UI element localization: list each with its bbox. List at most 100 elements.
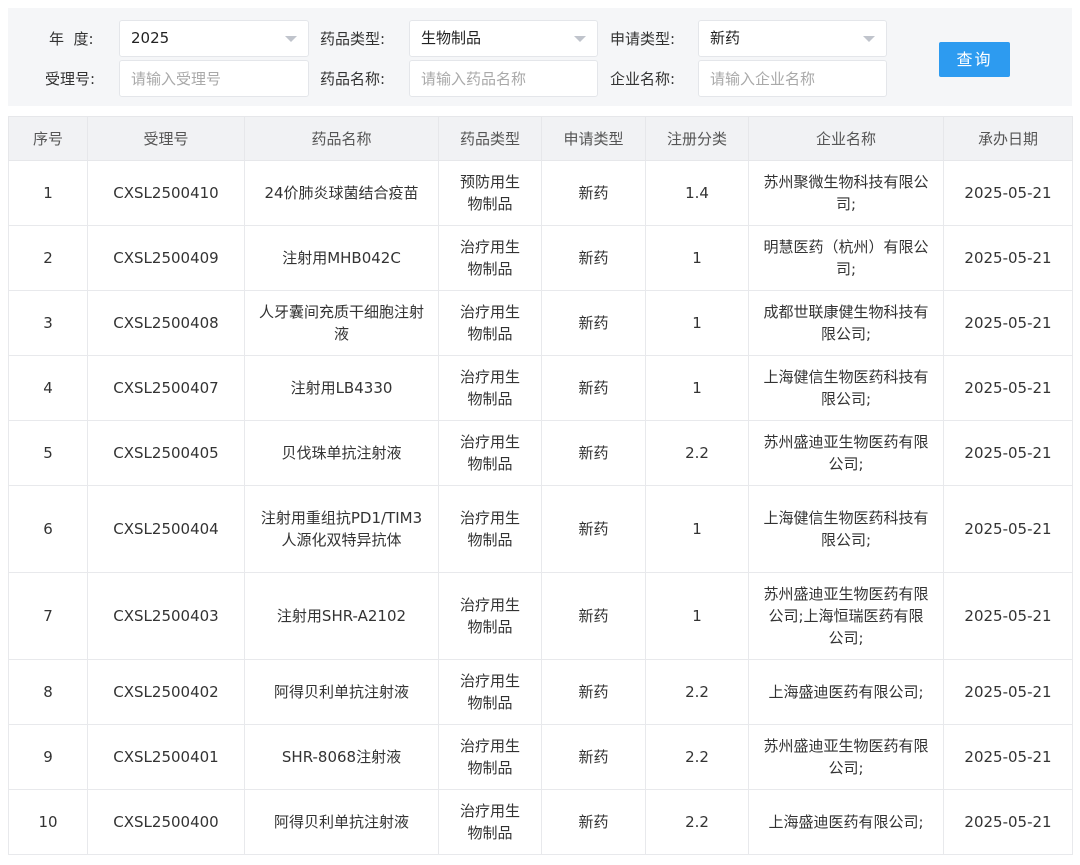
header-date[interactable]: 承办日期 xyxy=(943,116,1073,161)
table-row[interactable]: 4 CXSL2500407 注射用LB4330 治疗用生物制品 新药 1 上海健… xyxy=(8,355,1073,421)
table-row[interactable]: 7 CXSL2500403 注射用SHR-A2102 治疗用生物制品 新药 1 … xyxy=(8,572,1073,660)
cell-apply-type: 新药 xyxy=(541,290,646,356)
cell-accept-no: CXSL2500400 xyxy=(87,789,245,855)
cell-date: 2025-05-21 xyxy=(943,355,1073,421)
table-row[interactable]: 2 CXSL2500409 注射用MHB042C 治疗用生物制品 新药 1 明慧… xyxy=(8,225,1073,291)
cell-index: 8 xyxy=(8,659,88,725)
cell-date: 2025-05-21 xyxy=(943,789,1073,855)
drug-type-select[interactable]: 生物制品 xyxy=(409,20,598,57)
cell-accept-no: CXSL2500409 xyxy=(87,225,245,291)
accept-no-field[interactable] xyxy=(119,60,309,97)
header-drug-name[interactable]: 药品名称 xyxy=(244,116,439,161)
cell-index: 5 xyxy=(8,420,88,486)
cell-reg-class: 2.2 xyxy=(645,789,749,855)
drug-name-label: 药品名称: xyxy=(320,70,386,88)
cell-reg-class: 2.2 xyxy=(645,659,749,725)
table-row[interactable]: 5 CXSL2500405 贝伐珠单抗注射液 治疗用生物制品 新药 2.2 苏州… xyxy=(8,420,1073,486)
cell-drug-name: 阿得贝利单抗注射液 xyxy=(244,789,439,855)
chevron-down-icon xyxy=(863,36,875,42)
header-accept-no[interactable]: 受理号 xyxy=(87,116,245,161)
table-row[interactable]: 10 CXSL2500400 阿得贝利单抗注射液 治疗用生物制品 新药 2.2 … xyxy=(8,789,1073,855)
header-company[interactable]: 企业名称 xyxy=(748,116,944,161)
cell-accept-no: CXSL2500408 xyxy=(87,290,245,356)
cell-drug-type: 治疗用生物制品 xyxy=(438,659,542,725)
cell-accept-no: CXSL2500405 xyxy=(87,420,245,486)
cell-drug-type: 治疗用生物制品 xyxy=(438,485,542,573)
cell-date: 2025-05-21 xyxy=(943,420,1073,486)
cell-drug-name: 注射用MHB042C xyxy=(244,225,439,291)
cell-company: 苏州盛迪亚生物医药有限公司;上海恒瑞医药有限公司; xyxy=(748,572,944,660)
cell-drug-name: 注射用LB4330 xyxy=(244,355,439,421)
table-row[interactable]: 3 CXSL2500408 人牙囊间充质干细胞注射液 治疗用生物制品 新药 1 … xyxy=(8,290,1073,356)
cell-drug-name: 人牙囊间充质干细胞注射液 xyxy=(244,290,439,356)
header-reg-class[interactable]: 注册分类 xyxy=(645,116,749,161)
cell-index: 4 xyxy=(8,355,88,421)
cell-accept-no: CXSL2500401 xyxy=(87,724,245,790)
cell-date: 2025-05-21 xyxy=(943,724,1073,790)
company-input[interactable] xyxy=(710,61,886,96)
cell-company: 成都世联康健生物科技有限公司; xyxy=(748,290,944,356)
cell-index: 6 xyxy=(8,485,88,573)
table-header-row: 序号 受理号 药品名称 药品类型 申请类型 注册分类 企业名称 承办日期 xyxy=(8,116,1073,161)
table-row[interactable]: 1 CXSL2500410 24价肺炎球菌结合疫苗 预防用生物制品 新药 1.4… xyxy=(8,160,1073,226)
header-apply-type[interactable]: 申请类型 xyxy=(541,116,646,161)
cell-drug-type: 治疗用生物制品 xyxy=(438,572,542,660)
apply-type-select[interactable]: 新药 xyxy=(698,20,887,57)
query-button[interactable]: 查询 xyxy=(939,42,1010,77)
cell-company: 明慧医药（杭州）有限公司; xyxy=(748,225,944,291)
cell-reg-class: 1.4 xyxy=(645,160,749,226)
cell-company: 苏州盛迪亚生物医药有限公司; xyxy=(748,420,944,486)
cell-apply-type: 新药 xyxy=(541,225,646,291)
chevron-down-icon xyxy=(285,36,297,42)
company-field[interactable] xyxy=(698,60,887,97)
cell-reg-class: 2.2 xyxy=(645,724,749,790)
cell-date: 2025-05-21 xyxy=(943,485,1073,573)
cell-accept-no: CXSL2500407 xyxy=(87,355,245,421)
cell-company: 苏州聚微生物科技有限公司; xyxy=(748,160,944,226)
accept-no-input[interactable] xyxy=(131,61,308,96)
cell-date: 2025-05-21 xyxy=(943,160,1073,226)
year-select[interactable]: 2025 xyxy=(119,20,309,57)
drug-type-label: 药品类型: xyxy=(320,30,386,48)
cell-date: 2025-05-21 xyxy=(943,659,1073,725)
cell-reg-class: 2.2 xyxy=(645,420,749,486)
header-drug-type[interactable]: 药品类型 xyxy=(438,116,542,161)
table-row[interactable]: 8 CXSL2500402 阿得贝利单抗注射液 治疗用生物制品 新药 2.2 上… xyxy=(8,659,1073,725)
cell-reg-class: 1 xyxy=(645,485,749,573)
table-row[interactable]: 6 CXSL2500404 注射用重组抗PD1/TIM3人源化双特异抗体 治疗用… xyxy=(8,485,1073,573)
cell-drug-name: 阿得贝利单抗注射液 xyxy=(244,659,439,725)
cell-drug-name: 注射用SHR-A2102 xyxy=(244,572,439,660)
cell-index: 7 xyxy=(8,572,88,660)
cell-drug-type: 治疗用生物制品 xyxy=(438,355,542,421)
cell-reg-class: 1 xyxy=(645,225,749,291)
cell-index: 9 xyxy=(8,724,88,790)
chevron-down-icon xyxy=(574,36,586,42)
cell-apply-type: 新药 xyxy=(541,355,646,421)
header-index[interactable]: 序号 xyxy=(8,116,88,161)
cell-date: 2025-05-21 xyxy=(943,572,1073,660)
cell-apply-type: 新药 xyxy=(541,485,646,573)
cell-accept-no: CXSL2500404 xyxy=(87,485,245,573)
cell-accept-no: CXSL2500403 xyxy=(87,572,245,660)
cell-apply-type: 新药 xyxy=(541,659,646,725)
cell-drug-name: 贝伐珠单抗注射液 xyxy=(244,420,439,486)
drug-type-select-value: 生物制品 xyxy=(421,29,482,47)
cell-index: 2 xyxy=(8,225,88,291)
accept-no-label: 受理号: xyxy=(45,70,96,88)
cell-accept-no: CXSL2500410 xyxy=(87,160,245,226)
cell-company: 苏州盛迪亚生物医药有限公司; xyxy=(748,724,944,790)
cell-drug-type: 治疗用生物制品 xyxy=(438,290,542,356)
year-label: 年 度: xyxy=(49,30,94,48)
drug-name-field[interactable] xyxy=(409,60,598,97)
cell-drug-name: SHR-8068注射液 xyxy=(244,724,439,790)
results-table: 序号 受理号 药品名称 药品类型 申请类型 注册分类 企业名称 承办日期 1 C… xyxy=(8,116,1073,855)
cell-reg-class: 1 xyxy=(645,290,749,356)
drug-name-input[interactable] xyxy=(421,61,597,96)
cell-reg-class: 1 xyxy=(645,355,749,421)
table-row[interactable]: 9 CXSL2500401 SHR-8068注射液 治疗用生物制品 新药 2.2… xyxy=(8,724,1073,790)
cell-drug-type: 治疗用生物制品 xyxy=(438,789,542,855)
cell-drug-type: 治疗用生物制品 xyxy=(438,724,542,790)
cell-date: 2025-05-21 xyxy=(943,225,1073,291)
cell-accept-no: CXSL2500402 xyxy=(87,659,245,725)
apply-type-label: 申请类型: xyxy=(610,30,676,48)
